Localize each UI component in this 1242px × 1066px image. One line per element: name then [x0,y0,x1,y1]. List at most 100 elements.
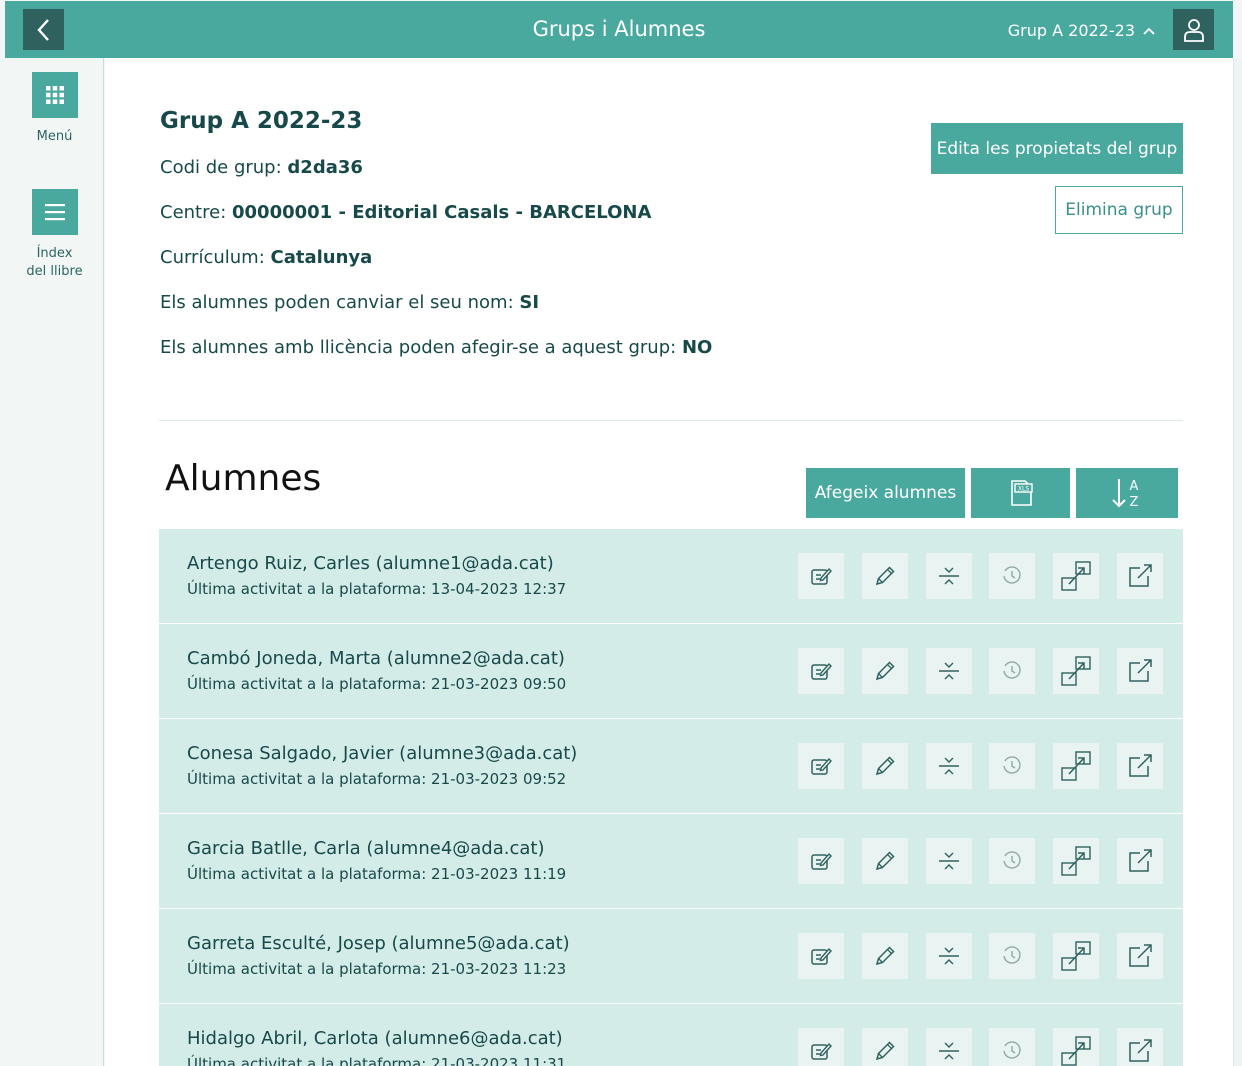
student-last-activity: Última activitat a la plataforma: 21-03-… [187,770,567,788]
edit-note-icon [809,849,833,873]
open-student-button[interactable] [1117,838,1163,884]
student-row[interactable]: Garcia Batlle, Carla (alumne4@ada.cat) Úl… [159,814,1183,908]
delete-group-button[interactable]: Elimina grup [1055,186,1183,234]
user-profile-button[interactable] [1173,9,1214,50]
external-link-icon [1126,942,1154,970]
pencil-icon [873,1039,897,1063]
edit-student-button[interactable] [862,553,908,599]
student-row[interactable]: Cambó Joneda, Marta (alumne2@ada.cat) Últ… [159,624,1183,718]
edit-student-button[interactable] [862,1028,908,1066]
sidebar-item-label: Menú [36,129,73,144]
move-icon [1059,939,1093,973]
group-selector[interactable]: Grup A 2022-23 [1008,21,1155,40]
expand-collapse-icon [937,754,961,778]
export-xls-button[interactable]: XLS [971,468,1070,518]
move-student-button[interactable] [1053,1028,1099,1066]
move-student-button[interactable] [1053,553,1099,599]
student-row[interactable]: Garreta Esculté, Josep (alumne5@ada.cat)… [159,909,1183,1003]
edit-student-button[interactable] [862,648,908,694]
edit-student-notes-button[interactable] [798,648,844,694]
svg-text:XLS: XLS [1017,486,1028,493]
sort-button[interactable]: A Z [1076,468,1178,518]
pencil-icon [873,754,897,778]
group-selector-label: Grup A 2022-23 [1007,21,1135,40]
history-icon [1001,1040,1023,1062]
activity-history-button[interactable] [989,838,1035,884]
add-students-button[interactable]: Afegeix alumnes [806,468,965,518]
open-student-button[interactable] [1117,553,1163,599]
edit-note-icon [809,944,833,968]
student-name: Garreta Esculté, Josep (alumne5@ada.cat) [187,933,570,954]
external-link-icon [1126,847,1154,875]
open-student-button[interactable] [1117,1028,1163,1066]
toggle-details-button[interactable] [926,1028,972,1066]
edit-student-notes-button[interactable] [798,1028,844,1066]
student-last-activity: Última activitat a la plataforma: 21-03-… [187,675,567,693]
sidebar-item-menu[interactable]: Menú [5,72,104,146]
move-student-button[interactable] [1053,933,1099,979]
sidebar: Menú Índex del llibre [5,58,104,1066]
group-info: Grup A 2022-23 Codi de grup: d2da36 Cent… [160,108,712,378]
history-icon [1001,850,1023,872]
join-permission-label: Els alumnes amb llicència poden afegir-s… [160,337,677,358]
edit-student-notes-button[interactable] [798,553,844,599]
group-code-line: Codi de grup: d2da36 [160,153,712,198]
toggle-details-button[interactable] [926,743,972,789]
toggle-details-button[interactable] [926,933,972,979]
open-student-button[interactable] [1117,933,1163,979]
sort-az-icon: A Z [1112,479,1139,510]
divider [159,420,1183,421]
sidebar-item-label: Índex [36,246,73,261]
students-title: Alumnes [165,458,322,499]
open-student-button[interactable] [1117,743,1163,789]
external-link-icon [1126,657,1154,685]
move-student-button[interactable] [1053,838,1099,884]
expand-collapse-icon [937,564,961,588]
edit-student-notes-button[interactable] [798,838,844,884]
student-name: Hidalgo Abril, Carlota (alumne6@ada.cat) [187,1028,563,1049]
scrollbar[interactable] [1233,58,1242,1066]
expand-collapse-icon [937,659,961,683]
student-row[interactable]: Hidalgo Abril, Carlota (alumne6@ada.cat)… [159,1004,1183,1066]
top-bar: Grups i Alumnes Grup A 2022-23 [5,1,1233,58]
svg-text:A: A [1130,479,1139,494]
group-name: Grup A 2022-23 [160,108,363,134]
curriculum-line: Currículum: Catalunya [160,243,712,288]
edit-note-icon [809,564,833,588]
expand-collapse-icon [937,944,961,968]
edit-student-button[interactable] [862,743,908,789]
activity-history-button[interactable] [989,933,1035,979]
toggle-details-button[interactable] [926,648,972,694]
activity-history-button[interactable] [989,648,1035,694]
edit-student-notes-button[interactable] [798,933,844,979]
open-student-button[interactable] [1117,648,1163,694]
rename-permission-line: Els alumnes poden canviar el seu nom: SI [160,288,712,333]
sidebar-item-label: del llibre [26,264,83,279]
student-last-activity: Última activitat a la plataforma: 21-03-… [187,865,567,883]
move-student-button[interactable] [1053,743,1099,789]
sidebar-item-book-index[interactable]: Índex del llibre [5,189,104,281]
curriculum-value: Catalunya [270,247,373,268]
activity-history-button[interactable] [989,1028,1035,1066]
edit-student-button[interactable] [862,933,908,979]
edit-note-icon [809,754,833,778]
toggle-details-button[interactable] [926,553,972,599]
expand-collapse-icon [937,849,961,873]
move-student-button[interactable] [1053,648,1099,694]
student-row[interactable]: Artengo Ruiz, Carles (alumne1@ada.cat) Úl… [159,529,1183,623]
edit-note-icon [809,659,833,683]
activity-history-button[interactable] [989,553,1035,599]
history-icon [1001,660,1023,682]
group-code-label: Codi de grup: [160,157,282,178]
edit-student-button[interactable] [862,838,908,884]
activity-history-button[interactable] [989,743,1035,789]
toggle-details-button[interactable] [926,838,972,884]
student-row[interactable]: Conesa Salgado, Javier (alumne3@ada.cat)… [159,719,1183,813]
join-permission-value: NO [681,337,713,358]
pencil-icon [873,659,897,683]
chevron-up-icon [1143,27,1155,35]
edit-student-notes-button[interactable] [798,743,844,789]
move-icon [1059,844,1093,878]
history-icon [1001,755,1023,777]
edit-group-button[interactable]: Edita les propietats del grup [931,123,1183,174]
